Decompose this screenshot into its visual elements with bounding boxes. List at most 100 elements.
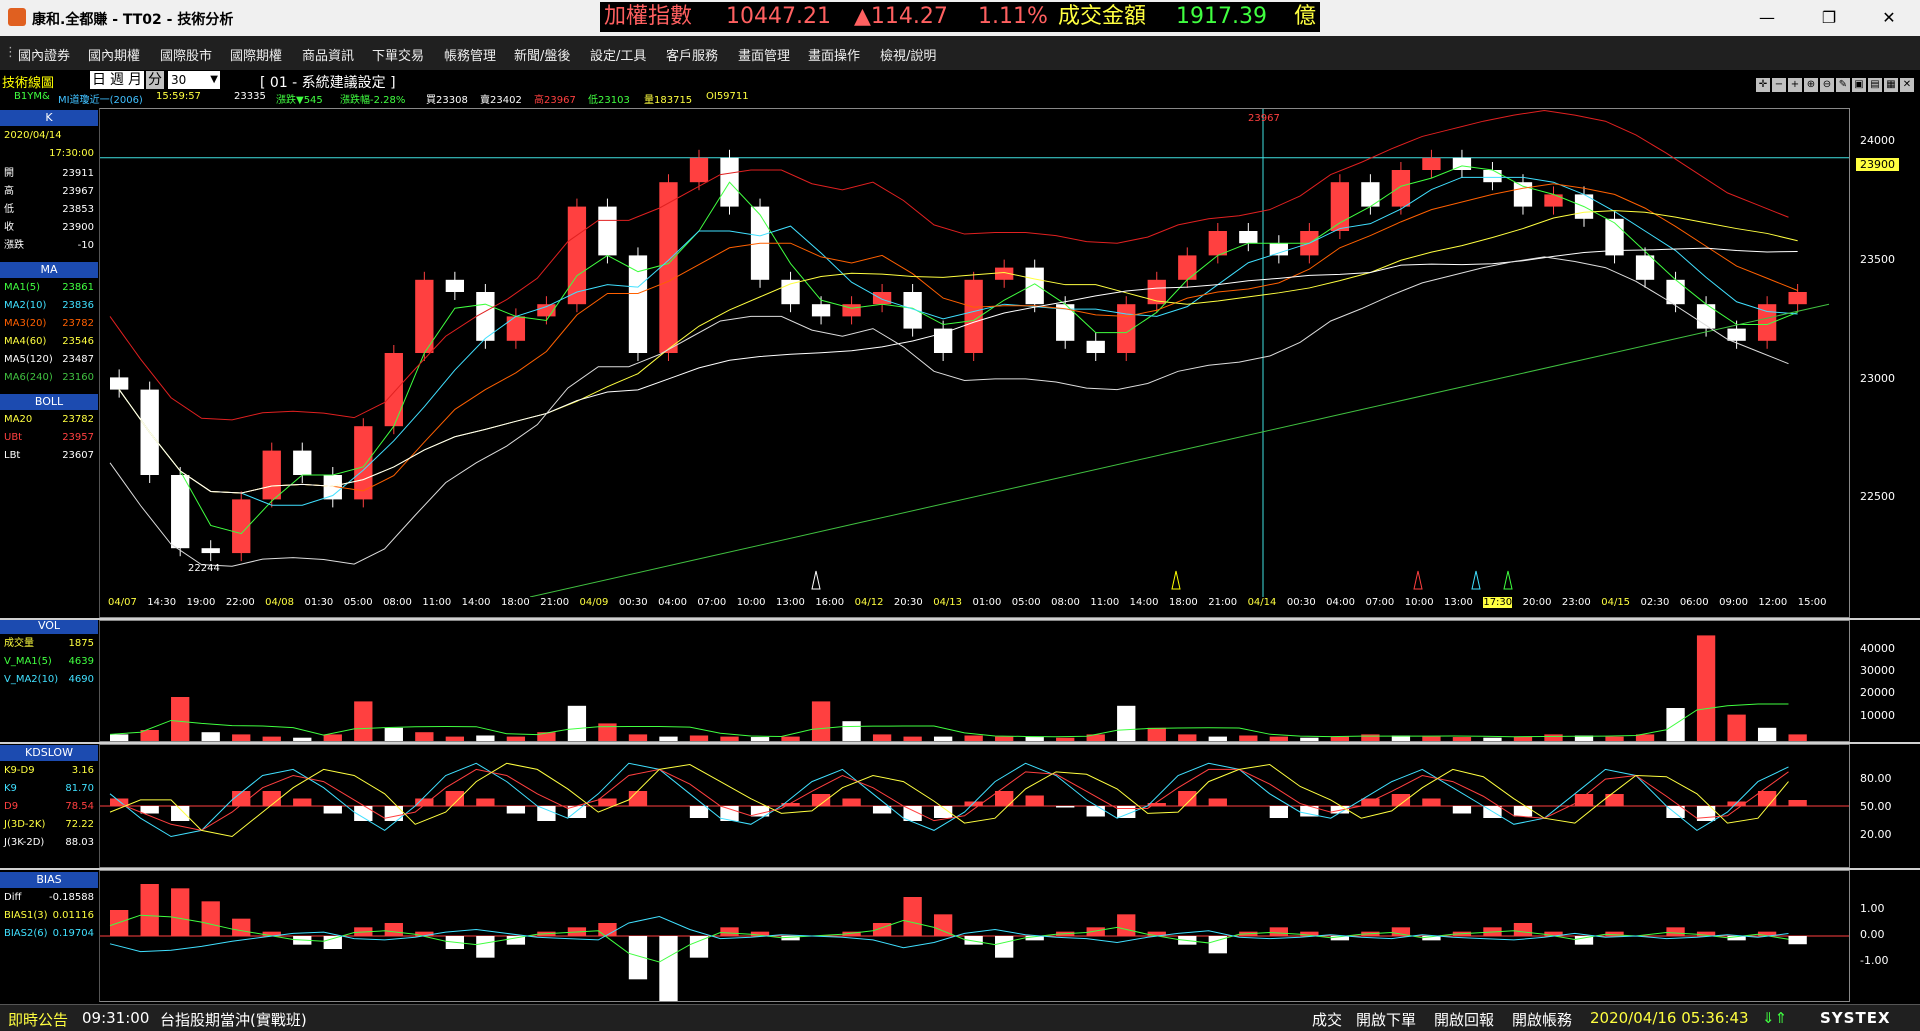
time-tick: 18:00 bbox=[1168, 597, 1198, 608]
kd-diff-bar bbox=[476, 798, 495, 806]
candle bbox=[171, 475, 190, 549]
kd-axis: 80.00 50.00 20.00 bbox=[1850, 744, 1920, 868]
period-week[interactable]: 週 bbox=[108, 71, 126, 89]
signal-triangle-icon bbox=[1471, 570, 1481, 590]
bias-bar bbox=[232, 918, 251, 936]
volume-bar bbox=[1605, 736, 1624, 741]
k-value: 23967 bbox=[62, 186, 94, 197]
kd-diff-bar bbox=[628, 791, 648, 806]
menu-domestic-futures[interactable]: 國內期權 bbox=[88, 45, 140, 64]
menu-product-info[interactable]: 商品資訊 bbox=[302, 45, 354, 64]
bias-tick: 1.00 bbox=[1860, 902, 1885, 915]
time-tick: 04/07 bbox=[108, 597, 137, 608]
volume-bar bbox=[811, 701, 831, 741]
bias-value: 0.19704 bbox=[52, 928, 94, 939]
menu-intl-futures[interactable]: 國際期權 bbox=[230, 45, 282, 64]
volume-bar bbox=[445, 736, 465, 741]
volume-bar bbox=[171, 697, 190, 741]
kd-panel[interactable] bbox=[99, 744, 1850, 868]
bias-chart[interactable] bbox=[100, 871, 1849, 1001]
bias-label: Diff bbox=[4, 892, 22, 903]
quote-price: 23335 bbox=[234, 91, 266, 102]
time-tick: 16:00 bbox=[815, 597, 845, 608]
restore-icon[interactable]: ❐ bbox=[1814, 6, 1844, 30]
period-minute[interactable]: 分 bbox=[146, 71, 164, 89]
quote-symbol: B1YM& bbox=[14, 91, 50, 102]
price-chart[interactable]: 23967 22244 bbox=[100, 109, 1849, 597]
volume-bar bbox=[1178, 734, 1197, 741]
menu-order-trading[interactable]: 下單交易 bbox=[372, 45, 424, 64]
menu-customer-service[interactable]: 客戶服務 bbox=[666, 45, 718, 64]
kd-value: 88.03 bbox=[65, 837, 94, 848]
price-chart-panel[interactable]: 23967 22244 04/07 14:30 19:00 22:00 04/08 01:3… bbox=[99, 108, 1850, 618]
price-tick: 23000 bbox=[1860, 372, 1895, 385]
open-order-button[interactable]: 開啟下單 bbox=[1356, 1009, 1416, 1030]
chart-title: 技術線圖 bbox=[2, 76, 55, 91]
candle bbox=[506, 316, 526, 341]
open-report-button[interactable]: 開啟回報 bbox=[1434, 1009, 1494, 1030]
time-tick: 21:00 bbox=[1208, 597, 1238, 608]
kd-diff-bar bbox=[232, 791, 251, 806]
index-change-pct: 1.11% bbox=[978, 4, 1048, 29]
boll-label: MA20 bbox=[4, 414, 33, 425]
time-tick: 14:00 bbox=[1129, 597, 1159, 608]
time-tick: 13:00 bbox=[776, 597, 805, 608]
ma-label: MA2(10) bbox=[4, 300, 47, 311]
menu-news[interactable]: 新聞/盤後 bbox=[514, 45, 570, 64]
quote-change: 漲跌▼545 bbox=[276, 95, 323, 106]
volume-bar bbox=[1696, 635, 1716, 741]
k-value: 23853 bbox=[62, 204, 94, 215]
menu-settings[interactable]: 設定/工具 bbox=[590, 45, 646, 64]
menu-screen-operate[interactable]: 畫面操作 bbox=[808, 45, 860, 64]
kd-diff-bar bbox=[1086, 806, 1105, 817]
time-tick: 11:00 bbox=[1090, 597, 1120, 608]
k9-line bbox=[109, 762, 1789, 838]
time-tick: 20:00 bbox=[1522, 597, 1552, 608]
volume-panel[interactable] bbox=[99, 620, 1850, 742]
side-k-row: 收 23900 bbox=[0, 220, 96, 236]
volume-bar bbox=[750, 737, 770, 741]
side-head-ma: MA bbox=[0, 262, 98, 278]
menu-account[interactable]: 帳務管理 bbox=[444, 45, 496, 64]
menu-domestic-securities[interactable]: 國內證券 bbox=[18, 45, 70, 64]
volume-bar bbox=[933, 736, 953, 741]
menu-intl-stocks[interactable]: 國際股市 bbox=[160, 45, 212, 64]
kd-diff-bar bbox=[1208, 798, 1227, 806]
open-account-button[interactable]: 開啟帳務 bbox=[1512, 1009, 1572, 1030]
signal-triangle-icon bbox=[1503, 570, 1513, 590]
close-icon[interactable]: ✕ bbox=[1874, 6, 1904, 30]
bias-bar bbox=[384, 923, 403, 936]
interval-select[interactable]: 30 ▼ bbox=[168, 71, 220, 89]
news-label[interactable]: 即時公告 bbox=[8, 1009, 68, 1030]
time-tick: 11:00 bbox=[422, 597, 452, 608]
quote-line: B1YM& MI道瓊近一(2006) 15:59:57 23335 漲跌▼545… bbox=[0, 90, 1920, 106]
index-value: 10447.21 bbox=[726, 4, 831, 29]
news-text[interactable]: 台指股期當沖(實戰班) bbox=[160, 1009, 307, 1030]
volume-bar bbox=[1361, 734, 1380, 741]
volume-chart[interactable] bbox=[100, 621, 1849, 741]
candle bbox=[1239, 231, 1258, 244]
menu-view-help[interactable]: 檢視/說明 bbox=[880, 45, 936, 64]
k-label: 開 bbox=[4, 168, 14, 179]
kd-value: 78.54 bbox=[65, 801, 94, 812]
kd-diff-bar bbox=[537, 806, 556, 821]
time-tick: 01:00 bbox=[972, 597, 1002, 608]
time-tick: 04:00 bbox=[658, 597, 687, 608]
kd-chart[interactable] bbox=[100, 745, 1849, 867]
trade-button[interactable]: 成交 bbox=[1312, 1009, 1342, 1030]
period-day[interactable]: 日 bbox=[90, 71, 108, 89]
volume-bar bbox=[1483, 737, 1502, 741]
menu-screen-manage[interactable]: 畫面管理 bbox=[738, 45, 790, 64]
time-tick: 00:30 bbox=[1286, 597, 1316, 608]
time-tick: 04/15 bbox=[1601, 597, 1631, 608]
period-month[interactable]: 月 bbox=[126, 71, 144, 89]
bias-panel[interactable] bbox=[99, 870, 1850, 1002]
candle bbox=[811, 304, 831, 317]
minimize-icon[interactable]: — bbox=[1752, 6, 1782, 30]
status-bar: 即時公告 09:31:00 台指股期當沖(實戰班) 成交 開啟下單 開啟回報 開… bbox=[0, 1004, 1920, 1031]
kd-diff-bar bbox=[262, 791, 281, 806]
quote-change-pct: 漲跌幅-2.28% bbox=[340, 95, 406, 106]
time-axis: 04/07 14:30 19:00 22:00 04/08 01:30 05:00 08:00… bbox=[100, 597, 1849, 615]
vol-label: 成交量 bbox=[4, 638, 34, 649]
kd-label: K9 bbox=[4, 783, 17, 794]
